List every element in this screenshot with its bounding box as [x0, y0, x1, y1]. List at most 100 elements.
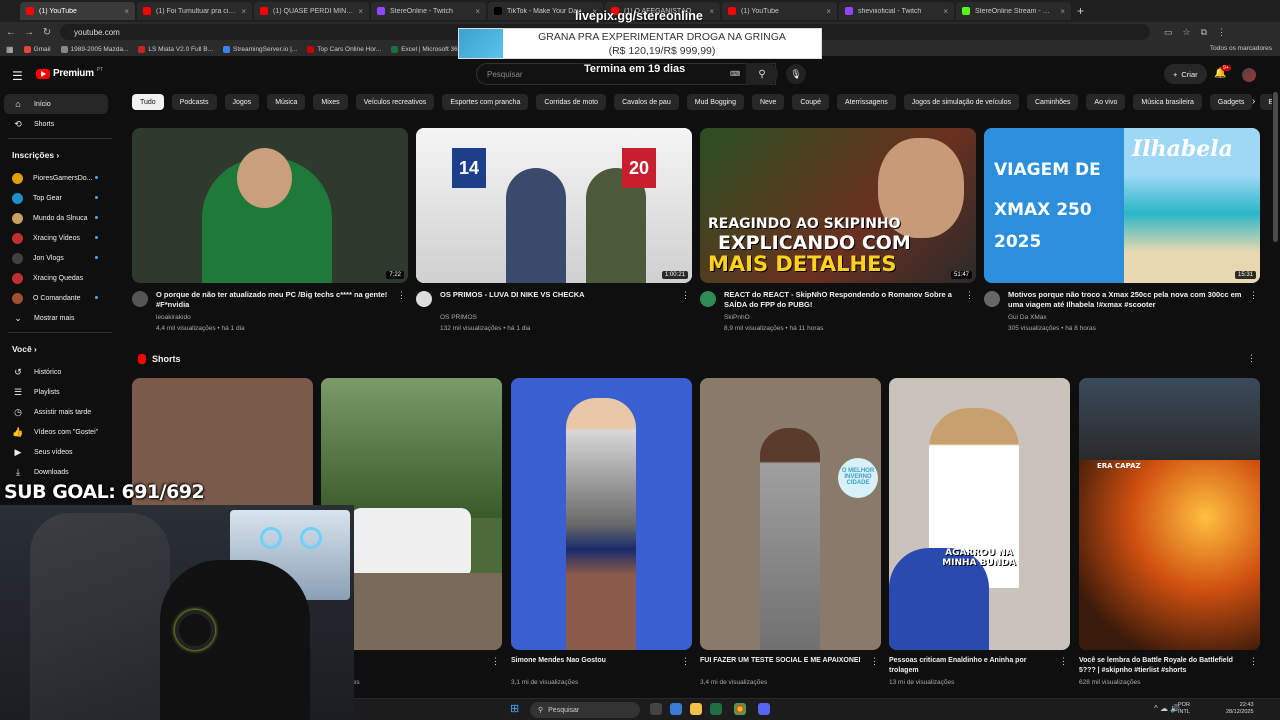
excel-icon[interactable] [710, 703, 722, 715]
channel-avatar[interactable] [700, 291, 716, 307]
filter-chip[interactable]: Corridas de moto [536, 94, 607, 110]
browser-tab[interactable]: StereOnline - Twitch × [371, 2, 486, 20]
scrollbar[interactable] [1273, 92, 1278, 242]
subscriptions-heading[interactable]: Inscrições › [12, 150, 59, 160]
bookmark-item[interactable]: StreamingServer.io |... [223, 45, 297, 53]
video-card[interactable]: 14 20 1:00:21 OS PRIMOS - LUVA DI NIKE VS C… [416, 128, 692, 338]
browser-tab[interactable]: (1) Foi Tumultuar pra cima da F × [137, 2, 252, 20]
menu-dots-icon[interactable]: ⋮ [1217, 27, 1226, 38]
video-thumbnail[interactable]: REAGINDO AO SKIPINHO EXPLICANDO COM MAIS D… [700, 128, 976, 283]
bookmark-item[interactable]: Gmail [23, 45, 51, 53]
show-more-button[interactable]: ⌄ Mostrar mais [4, 308, 108, 328]
filter-chip[interactable]: Música brasileira [1133, 94, 1202, 110]
search-button[interactable]: ⚲ [746, 63, 778, 85]
taskview-icon[interactable] [650, 703, 662, 715]
voice-search-button[interactable]: 🎙 [786, 64, 806, 84]
filter-chip[interactable]: Jogos [224, 94, 260, 110]
sidebar-subscription[interactable]: Top Gear [4, 188, 108, 208]
video-title[interactable]: Motivos porque não troco a Xmax 250cc pe… [1008, 290, 1244, 310]
menu-icon[interactable]: ☰ [12, 69, 23, 83]
short-title[interactable]: FUI FAZER UM TESTE SOCIAL E ME APAIXONEI [700, 656, 865, 666]
channel-name[interactable]: Gui Da XMax [1008, 314, 1047, 321]
you-heading[interactable]: Você › [12, 344, 37, 354]
browser-tab[interactable]: sheviiioficial - Twitch × [839, 2, 954, 20]
bookmark-item[interactable]: LS Miata V2.0 Full B... [138, 45, 213, 53]
browser-tab[interactable]: (1) QUASE PERDI MINHA PRAN × [254, 2, 369, 20]
close-icon[interactable]: × [241, 7, 246, 16]
filter-chip[interactable]: Música [267, 94, 306, 110]
chrome-icon[interactable] [734, 703, 746, 715]
short-title[interactable]: Pessoas criticam Enaldinho e Aninha por … [889, 656, 1054, 676]
filter-chip[interactable]: Ao vivo [1086, 94, 1126, 110]
sidebar-subscription[interactable]: PioresGamersDo... [4, 168, 108, 188]
cast-icon[interactable]: ▭ [1164, 27, 1173, 38]
bookmark-star-icon[interactable]: ☆ [1183, 27, 1191, 38]
short-thumbnail[interactable]: O MELHOR INVERNO CIDADE [700, 378, 881, 650]
bookmark-item[interactable]: Top Cars Online Hor... [307, 45, 381, 53]
sidebar-item-you[interactable]: ☰ Playlists [4, 382, 108, 402]
channel-avatar[interactable] [132, 291, 148, 307]
sidebar-subscription[interactable]: O Comandante [4, 288, 108, 308]
forward-icon[interactable]: → [24, 27, 34, 38]
back-icon[interactable]: ← [6, 27, 16, 38]
more-vert-icon[interactable]: ⋮ [1249, 656, 1258, 667]
account-avatar[interactable] [1242, 68, 1256, 82]
close-icon[interactable]: × [709, 7, 714, 16]
filter-chip[interactable]: Enviados recentemente [1260, 94, 1272, 110]
filter-chip[interactable]: Cavalos de pau [614, 94, 679, 110]
browser-tab[interactable]: (1) YouTube × [20, 2, 135, 20]
new-tab-button[interactable]: + [1077, 4, 1084, 18]
reload-icon[interactable]: ↻ [42, 27, 52, 38]
create-button[interactable]: + Criar [1164, 64, 1207, 84]
filter-chip[interactable]: Mud Bogging [686, 94, 744, 110]
filter-chip[interactable]: Jogos de simulação de veículos [903, 94, 1019, 110]
sidebar-subscription[interactable]: Xracing Quedas [4, 268, 108, 288]
more-vert-icon[interactable]: ⋮ [681, 290, 690, 301]
more-vert-icon[interactable]: ⋮ [1249, 290, 1258, 301]
keyboard-icon[interactable]: ⌨ [730, 70, 740, 78]
windows-start-icon[interactable]: ⊞ [510, 702, 519, 715]
taskbar-search[interactable]: ⚲ Pesquisar [530, 702, 640, 718]
video-thumbnail[interactable]: 7:22 [132, 128, 408, 283]
video-title[interactable]: O porque de não ter atualizado meu PC /B… [156, 290, 392, 310]
sidebar-subscription[interactable]: Mundo da Slnuca [4, 208, 108, 228]
filter-chip[interactable]: Coupé [792, 94, 829, 110]
close-icon[interactable]: × [943, 7, 948, 16]
sidebar-item-you[interactable]: ▶ Seus vídeos [4, 442, 108, 462]
sidebar-item-you[interactable]: ↺ Histórico [4, 362, 108, 382]
more-vert-icon[interactable]: ⋮ [681, 656, 690, 667]
filter-chip[interactable]: Neve [751, 94, 785, 110]
sidebar-subscription[interactable]: Xracing Videos [4, 228, 108, 248]
short-title[interactable]: Simone Mendes Nao Gostou [511, 656, 676, 666]
sidebar-item-you[interactable]: ⤓ Downloads [4, 462, 108, 482]
close-icon[interactable]: × [475, 7, 480, 16]
sidebar-item-shorts[interactable]: ⟲ Shorts [4, 114, 108, 134]
short-thumbnail[interactable]: AGARROU NA MINHA BUNDA [889, 378, 1070, 650]
filter-chip[interactable]: Caminhões [1027, 94, 1079, 110]
system-tray-icons[interactable]: ^ ☁ 🔊 [1154, 704, 1180, 713]
browser-tab[interactable]: StereOnline Stream - Watch Li × [956, 2, 1071, 20]
chevron-right-icon[interactable]: › [1252, 96, 1255, 107]
folder-icon[interactable] [690, 703, 702, 715]
filter-chip[interactable]: Aterrissagens [836, 94, 896, 110]
more-vert-icon[interactable]: ⋮ [491, 656, 500, 667]
close-icon[interactable]: × [358, 7, 363, 16]
filter-chip[interactable]: Veículos recreativos [355, 94, 435, 110]
sidebar-item-incio[interactable]: ⌂ Início [4, 94, 108, 114]
filter-chip[interactable]: Gadgets [1209, 94, 1253, 110]
video-card[interactable]: REAGINDO AO SKIPINHO EXPLICANDO COM MAIS D… [700, 128, 976, 338]
language-indicator[interactable]: POR INTL [1178, 702, 1190, 716]
more-vert-icon[interactable]: ⋮ [1059, 656, 1068, 667]
bookmark-item[interactable]: Excel | Microsoft 365 [391, 45, 461, 53]
channel-avatar[interactable] [416, 291, 432, 307]
extensions-icon[interactable]: ⧉ [1201, 27, 1207, 38]
youtube-premium-logo[interactable]: Premium PT [36, 67, 103, 79]
more-vert-icon[interactable]: ⋮ [1247, 353, 1256, 364]
sidebar-item-you[interactable]: ◷ Assistir mais tarde [4, 402, 108, 422]
filter-chip[interactable]: Podcasts [171, 94, 217, 110]
channel-avatar[interactable] [984, 291, 1000, 307]
short-card[interactable]: O MELHOR INVERNO CIDADE FUI FAZER UM TEST… [700, 378, 881, 688]
channel-name[interactable]: SkiPnhO [724, 314, 750, 321]
filter-chip[interactable]: Esportes com prancha [442, 94, 529, 110]
video-thumbnail[interactable]: 14 20 1:00:21 [416, 128, 692, 283]
